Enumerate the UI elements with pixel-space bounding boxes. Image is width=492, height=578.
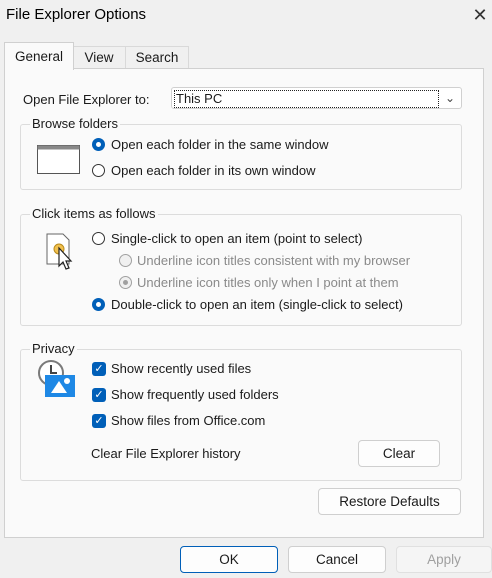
chevron-down-icon: ⌄	[444, 91, 455, 105]
own-window-label[interactable]: Open each folder in its own window	[111, 163, 316, 178]
underline-browser-label: Underline icon titles consistent with my…	[137, 253, 411, 268]
office-files-checkbox[interactable]: ✓	[92, 414, 106, 428]
underline-browser-radio[interactable]	[119, 254, 132, 267]
single-click-label[interactable]: Single-click to open an item (point to s…	[111, 231, 362, 246]
browse-folders-legend: Browse folders	[30, 116, 120, 131]
same-window-radio[interactable]	[92, 138, 105, 151]
privacy-icon	[38, 360, 75, 397]
double-click-radio[interactable]	[92, 298, 105, 311]
click-items-legend: Click items as follows	[30, 206, 158, 221]
tab-search[interactable]: Search	[125, 46, 189, 69]
window-icon	[37, 145, 80, 174]
general-tab-panel: Open File Explorer to: This PC ⌄ Browse …	[4, 68, 484, 538]
ok-button[interactable]: OK	[180, 546, 278, 573]
same-window-label[interactable]: Open each folder in the same window	[111, 137, 329, 152]
clear-button[interactable]: Clear	[358, 440, 440, 467]
recent-files-checkbox[interactable]: ✓	[92, 362, 106, 376]
cancel-button[interactable]: Cancel	[288, 546, 386, 573]
open-to-dropdown[interactable]: This PC ⌄	[171, 87, 462, 109]
underline-point-label: Underline icon titles only when I point …	[137, 275, 399, 290]
tab-general[interactable]: General	[4, 42, 74, 70]
double-click-label[interactable]: Double-click to open an item (single-cli…	[111, 297, 403, 312]
open-to-value: This PC	[174, 90, 439, 108]
underline-point-radio[interactable]	[119, 276, 132, 289]
recent-files-label[interactable]: Show recently used files	[111, 361, 251, 376]
privacy-legend: Privacy	[30, 341, 77, 356]
tab-view[interactable]: View	[72, 46, 126, 69]
frequent-folders-label[interactable]: Show frequently used folders	[111, 387, 279, 402]
restore-defaults-button[interactable]: Restore Defaults	[318, 488, 461, 515]
open-to-label: Open File Explorer to:	[23, 92, 150, 107]
single-click-radio[interactable]	[92, 232, 105, 245]
click-pointer-icon	[46, 233, 73, 270]
close-icon[interactable]: ✕	[468, 2, 492, 28]
office-files-label[interactable]: Show files from Office.com	[111, 413, 265, 428]
browse-folders-group	[20, 124, 462, 190]
frequent-folders-checkbox[interactable]: ✓	[92, 388, 106, 402]
clear-history-label: Clear File Explorer history	[91, 446, 241, 461]
own-window-radio[interactable]	[92, 164, 105, 177]
apply-button[interactable]: Apply	[396, 546, 492, 573]
window-title: File Explorer Options	[6, 6, 147, 23]
